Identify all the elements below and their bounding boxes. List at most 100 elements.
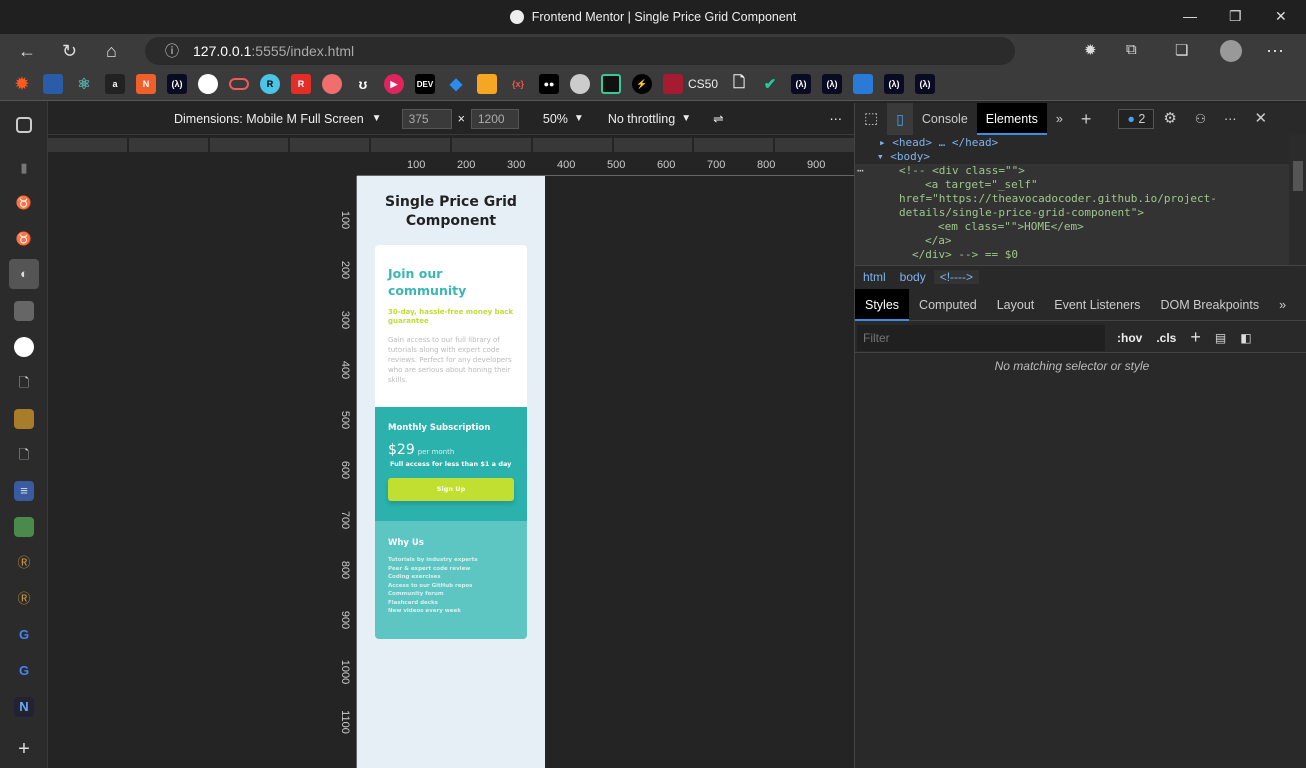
new-rule-icon[interactable]: +: [1190, 327, 1201, 348]
tab-computed[interactable]: Computed: [909, 289, 987, 321]
issues-badge[interactable]: ● 2: [1118, 109, 1155, 129]
dom-scrollbar[interactable]: [1289, 135, 1306, 265]
bookmark-icon[interactable]: (λ): [167, 74, 187, 94]
profile-avatar[interactable]: [1220, 40, 1242, 62]
rotate-icon[interactable]: ⇌: [713, 111, 723, 126]
sign-up-button[interactable]: Sign Up: [388, 478, 514, 501]
inspect-icon[interactable]: ⬚: [855, 103, 887, 135]
bookmark-icon[interactable]: (λ): [791, 74, 812, 94]
bookmark-icon[interactable]: [322, 74, 342, 94]
refresh-icon[interactable]: ↻: [62, 41, 77, 62]
active-tab-icon[interactable]: ◐: [9, 259, 39, 289]
more-icon[interactable]: ⋯: [1266, 41, 1284, 62]
maximize-button[interactable]: ❐: [1229, 8, 1242, 25]
breadcrumb-comment[interactable]: <!---->: [933, 269, 980, 284]
bookmark-icon[interactable]: (λ): [915, 74, 936, 94]
feedback-icon[interactable]: ⚇: [1186, 103, 1215, 135]
address-bar[interactable]: ⓘ 127.0.0.1:5555/index.html: [145, 37, 1015, 65]
dev-icon[interactable]: DEV: [415, 74, 435, 94]
tab-icon[interactable]: [14, 301, 34, 321]
dom-node[interactable]: <head> … </head>: [892, 136, 998, 149]
tab-icon[interactable]: ≡: [14, 481, 34, 501]
sidebar-toggle-icon[interactable]: ◧: [1240, 331, 1251, 345]
bookmark-icon[interactable]: {x}: [508, 74, 528, 94]
bookmark-icon[interactable]: [229, 78, 249, 90]
new-tab-icon[interactable]: +: [14, 739, 34, 759]
tab-event-listeners[interactable]: Event Listeners: [1044, 289, 1150, 321]
filter-input[interactable]: [857, 324, 1105, 351]
bookmark-icon[interactable]: [853, 74, 874, 94]
file-icon[interactable]: 🗋: [729, 74, 749, 94]
dom-tree[interactable]: ▸ <head> … </head> ▾ <body> ⋯ <!-- <div …: [855, 135, 1289, 265]
dom-node[interactable]: details/single-price-grid-component">: [899, 206, 1144, 220]
breadcrumb-html[interactable]: html: [857, 270, 892, 284]
tab-layout[interactable]: Layout: [987, 289, 1045, 321]
bookmark-icon[interactable]: a: [105, 74, 125, 94]
tab-icon[interactable]: ♉: [14, 229, 34, 249]
device-toggle-icon[interactable]: ▯: [887, 103, 913, 135]
bookmark-icon[interactable]: (λ): [822, 74, 843, 94]
bookmark-icon[interactable]: R: [260, 74, 280, 94]
github-icon[interactable]: [14, 337, 34, 357]
media-query-bar[interactable]: [48, 136, 854, 154]
paint-icon[interactable]: ▤: [1215, 331, 1226, 345]
medium-icon[interactable]: ●●: [539, 74, 559, 94]
tab-actions-icon[interactable]: [16, 117, 32, 133]
file-icon[interactable]: 🗋: [14, 373, 34, 393]
bookmark-icon[interactable]: R: [291, 74, 311, 94]
width-input[interactable]: 375: [401, 108, 452, 129]
harvard-icon[interactable]: [663, 74, 683, 94]
google-icon[interactable]: G: [14, 661, 34, 681]
bookmark-icon[interactable]: [477, 74, 497, 94]
info-icon[interactable]: ⓘ: [165, 41, 179, 61]
collections-icon[interactable]: ❏: [1175, 41, 1188, 59]
tab-icon[interactable]: N: [14, 697, 34, 717]
bookmark-icon[interactable]: [570, 74, 590, 94]
bookmark-icon[interactable]: N: [136, 74, 156, 94]
tab-styles[interactable]: Styles: [855, 288, 910, 321]
github-icon[interactable]: [198, 74, 218, 94]
add-tab-icon[interactable]: +: [1072, 103, 1101, 135]
tab-icon[interactable]: Ⓡ: [14, 553, 34, 573]
minimize-button[interactable]: —: [1183, 8, 1197, 24]
bookmark-cs50[interactable]: CS50: [688, 77, 718, 91]
extension-icon[interactable]: ✹: [1084, 41, 1097, 59]
dom-node[interactable]: <em class="">HOME</em>: [938, 220, 1084, 234]
hov-button[interactable]: :hov: [1117, 331, 1142, 345]
tab-icon[interactable]: Ⓡ: [14, 589, 34, 609]
bookmark-icon[interactable]: [43, 74, 63, 94]
bookmark-icon[interactable]: ✹: [12, 74, 32, 94]
height-input[interactable]: 1200: [470, 108, 519, 129]
tab-icon[interactable]: ♉: [14, 193, 34, 213]
dom-node[interactable]: <!-- <div class="">: [899, 164, 1025, 178]
settings-icon[interactable]: ⚙: [1154, 103, 1185, 135]
dom-node[interactable]: <body>: [890, 150, 930, 163]
zoom-dropdown[interactable]: 50%: [543, 112, 568, 126]
close-devtools-icon[interactable]: ✕: [1246, 103, 1277, 135]
home-icon[interactable]: ⌂: [106, 41, 117, 62]
back-icon[interactable]: ←: [18, 41, 36, 62]
bookmark-icon[interactable]: ▶: [384, 74, 404, 94]
tab-elements[interactable]: Elements: [976, 103, 1047, 135]
tab-icon[interactable]: [14, 517, 34, 537]
cls-button[interactable]: .cls: [1156, 331, 1176, 345]
more-tabs-icon[interactable]: »: [1269, 289, 1296, 321]
close-window-button[interactable]: ✕: [1275, 8, 1287, 25]
dimensions-dropdown[interactable]: Dimensions: Mobile M Full Screen: [174, 112, 364, 126]
breadcrumb-body[interactable]: body: [894, 270, 932, 284]
throttling-dropdown[interactable]: No throttling: [608, 112, 675, 126]
extensions-icon[interactable]: ⧉: [1126, 41, 1137, 58]
file-icon[interactable]: 🗋: [14, 445, 34, 465]
check-icon[interactable]: ✔: [760, 74, 780, 94]
tab-dom-breakpoints[interactable]: DOM Breakpoints: [1150, 289, 1269, 321]
bookmark-icon[interactable]: ◆: [446, 74, 466, 94]
dom-node[interactable]: </div> --> == $0: [912, 248, 1018, 262]
bookmark-icon[interactable]: ⚡: [632, 74, 652, 94]
tab-icon[interactable]: ▮: [14, 158, 34, 178]
more-icon[interactable]: ⋯: [1215, 103, 1246, 135]
tab-icon[interactable]: [14, 409, 34, 429]
bookmark-icon[interactable]: ʊ: [353, 74, 373, 94]
more-options-icon[interactable]: ⋯: [830, 111, 843, 126]
more-tabs-icon[interactable]: »: [1047, 103, 1072, 135]
dom-node[interactable]: <a target="_self": [925, 178, 1038, 192]
